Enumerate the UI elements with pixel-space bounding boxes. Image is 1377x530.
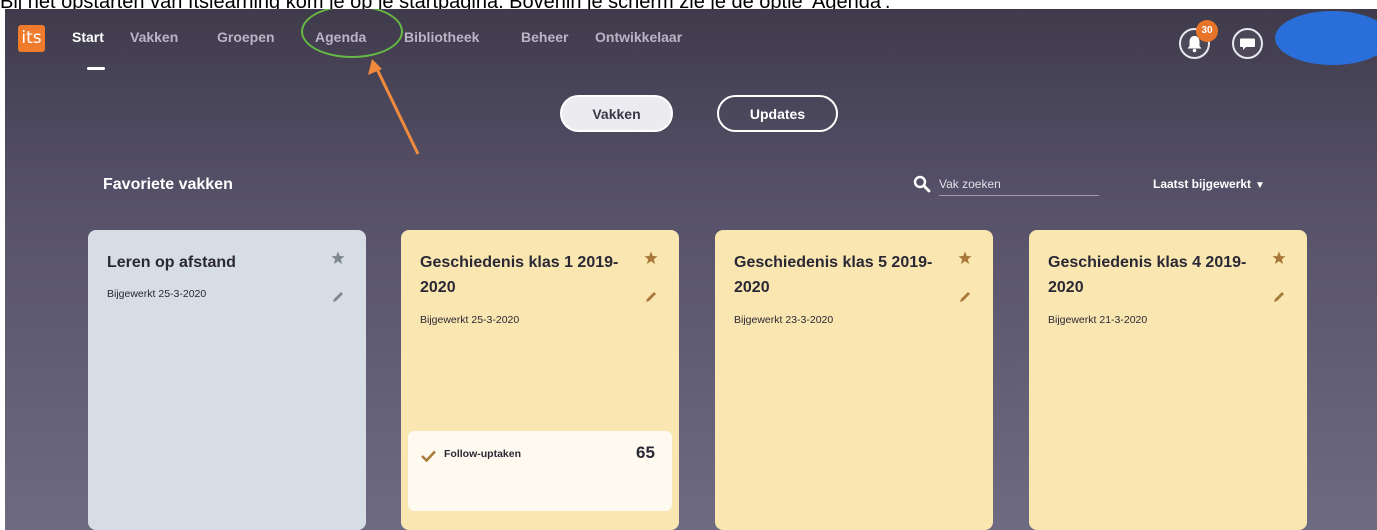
course-card[interactable]: Geschiedenis klas 4 2019-2020 Bijgewerkt… bbox=[1029, 230, 1307, 530]
sort-label: Laatst bijgewerkt bbox=[1153, 177, 1252, 191]
search-icon[interactable] bbox=[913, 175, 931, 193]
nav-bibliotheek[interactable]: Bibliotheek bbox=[404, 29, 479, 45]
followup-tasks-panel[interactable]: Follow-uptaken 65 bbox=[408, 431, 672, 511]
nav-groepen[interactable]: Groepen bbox=[217, 29, 275, 45]
user-avatar[interactable] bbox=[1275, 11, 1377, 65]
checkmark-icon bbox=[421, 450, 436, 462]
notifications-badge: 30 bbox=[1196, 20, 1218, 42]
course-updated: Bijgewerkt 21-3-2020 bbox=[1048, 314, 1148, 326]
top-navigation: its Start Vakken Groepen Agenda Biblioth… bbox=[5, 9, 1377, 71]
course-card[interactable]: Geschiedenis klas 5 2019-2020 Bijgewerkt… bbox=[715, 230, 993, 530]
pencil-icon[interactable] bbox=[644, 290, 658, 304]
chat-bubble-icon bbox=[1240, 38, 1255, 50]
tab-vakken[interactable]: Vakken bbox=[560, 95, 673, 132]
followup-count: 65 bbox=[636, 443, 655, 462]
pencil-icon[interactable] bbox=[958, 290, 972, 304]
pencil-icon[interactable] bbox=[1272, 290, 1286, 304]
star-icon[interactable] bbox=[644, 251, 658, 265]
tab-updates[interactable]: Updates bbox=[717, 95, 838, 132]
star-icon[interactable] bbox=[331, 251, 345, 265]
course-title: Geschiedenis klas 4 2019-2020 bbox=[1048, 254, 1247, 296]
nav-ontwikkelaar[interactable]: Ontwikkelaar bbox=[595, 29, 682, 45]
caret-down-icon: ▼ bbox=[1255, 180, 1265, 191]
its-logo[interactable]: its bbox=[18, 25, 45, 52]
course-title: Geschiedenis klas 1 2019-2020 bbox=[420, 254, 619, 296]
nav-beheer[interactable]: Beheer bbox=[521, 29, 568, 45]
star-icon[interactable] bbox=[1272, 251, 1286, 265]
course-card[interactable]: Geschiedenis klas 1 2019-2020 Bijgewerkt… bbox=[401, 230, 679, 530]
course-updated: Bijgewerkt 23-3-2020 bbox=[734, 314, 834, 326]
sort-dropdown[interactable]: Laatst bijgewerkt ▼ bbox=[1153, 177, 1265, 191]
course-updated: Bijgewerkt 25-3-2020 bbox=[420, 314, 520, 326]
annotation-arrow-icon bbox=[368, 59, 420, 155]
favorites-heading: Favoriete vakken bbox=[103, 176, 233, 193]
active-nav-indicator bbox=[87, 67, 105, 70]
course-card[interactable]: Leren op afstand Bijgewerkt 25-3-2020 bbox=[88, 230, 366, 530]
messages-button[interactable] bbox=[1232, 28, 1263, 59]
course-search-input[interactable] bbox=[939, 172, 1099, 196]
pencil-icon[interactable] bbox=[331, 290, 345, 304]
itslearning-app: its Start Vakken Groepen Agenda Biblioth… bbox=[5, 9, 1377, 530]
followup-label: Follow-uptaken bbox=[444, 448, 521, 460]
course-updated: Bijgewerkt 25-3-2020 bbox=[107, 288, 207, 300]
course-title: Geschiedenis klas 5 2019-2020 bbox=[734, 254, 933, 296]
nav-vakken[interactable]: Vakken bbox=[130, 29, 178, 45]
star-icon[interactable] bbox=[958, 251, 972, 265]
course-title: Leren op afstand bbox=[107, 254, 236, 271]
nav-start[interactable]: Start bbox=[72, 29, 104, 45]
